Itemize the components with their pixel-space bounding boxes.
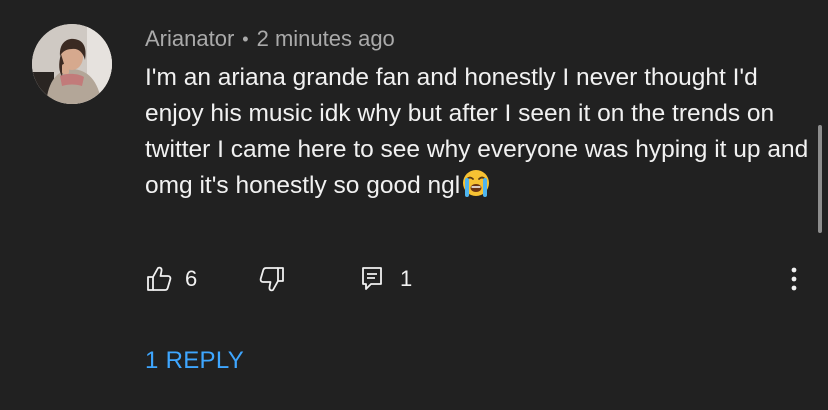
reply-button[interactable]: 1 [360, 262, 412, 296]
loudly-crying-face-icon [461, 168, 491, 198]
like-button[interactable]: 6 [145, 262, 197, 296]
view-replies-link[interactable]: 1 REPLY [145, 347, 244, 375]
comment-icon [360, 265, 384, 293]
reply-count: 1 [400, 266, 413, 291]
comment-meta: Arianator • 2 minutes ago [145, 26, 395, 52]
comment-actions: 6 1 [145, 262, 815, 296]
meta-separator: • [242, 28, 249, 49]
comment-timestamp[interactable]: 2 minutes ago [257, 26, 395, 52]
like-count: 6 [185, 266, 198, 291]
more-vert-icon [791, 265, 797, 293]
comment-body: I'm an ariana grande fan and honestly I … [145, 60, 810, 204]
thumbs-up-icon [145, 265, 173, 293]
avatar-photo [32, 24, 112, 104]
more-actions-button[interactable] [786, 262, 802, 296]
author-name[interactable]: Arianator [145, 26, 234, 52]
thumbs-down-icon [258, 265, 286, 293]
dislike-button[interactable] [258, 262, 286, 296]
scrollbar-thumb[interactable] [818, 125, 822, 233]
comment-thread: Arianator • 2 minutes ago I'm an ariana … [0, 0, 828, 410]
avatar[interactable] [32, 24, 112, 104]
